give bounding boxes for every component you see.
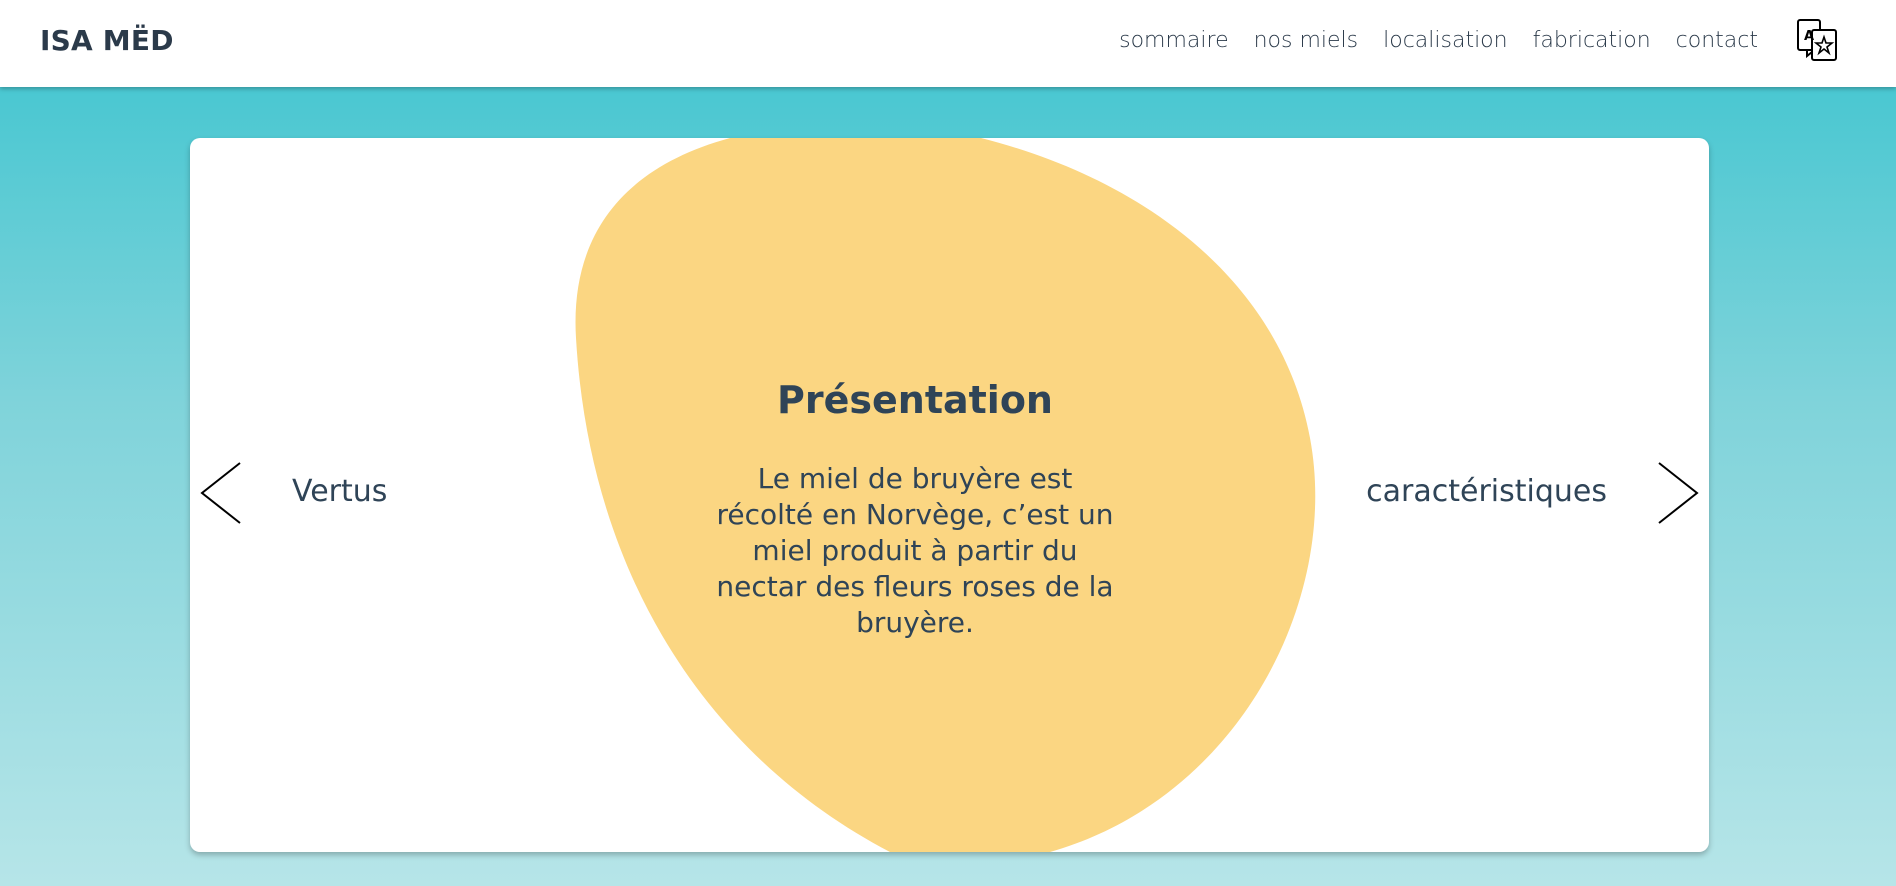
prev-slide-label[interactable]: Vertus xyxy=(292,474,387,509)
next-slide-label[interactable]: caractéristiques xyxy=(1366,474,1607,509)
top-navigation-bar: ISA MËD sommaire nos miels localisation … xyxy=(0,0,1896,87)
honey-carousel-card: Présentation Le miel de bruyère est réco… xyxy=(190,138,1709,852)
slide-description: Le miel de bruyère est récolté en Norvèg… xyxy=(716,462,1114,639)
nav-item-sommaire[interactable]: sommaire xyxy=(1119,28,1228,53)
slide-title: Présentation xyxy=(777,378,1053,422)
chevron-right-icon[interactable] xyxy=(1655,461,1701,525)
svg-text:A: A xyxy=(1804,29,1814,44)
chevron-left-icon[interactable] xyxy=(198,461,244,525)
translate-icon[interactable]: A xyxy=(1795,18,1841,64)
nav-item-localisation[interactable]: localisation xyxy=(1383,28,1507,53)
nav-item-nos-miels[interactable]: nos miels xyxy=(1254,28,1359,53)
nav-item-contact[interactable]: contact xyxy=(1676,28,1758,53)
brand-logo[interactable]: ISA MËD xyxy=(40,24,174,57)
nav-item-fabrication[interactable]: fabrication xyxy=(1533,28,1651,53)
main-nav: sommaire nos miels localisation fabricat… xyxy=(1119,28,1758,53)
